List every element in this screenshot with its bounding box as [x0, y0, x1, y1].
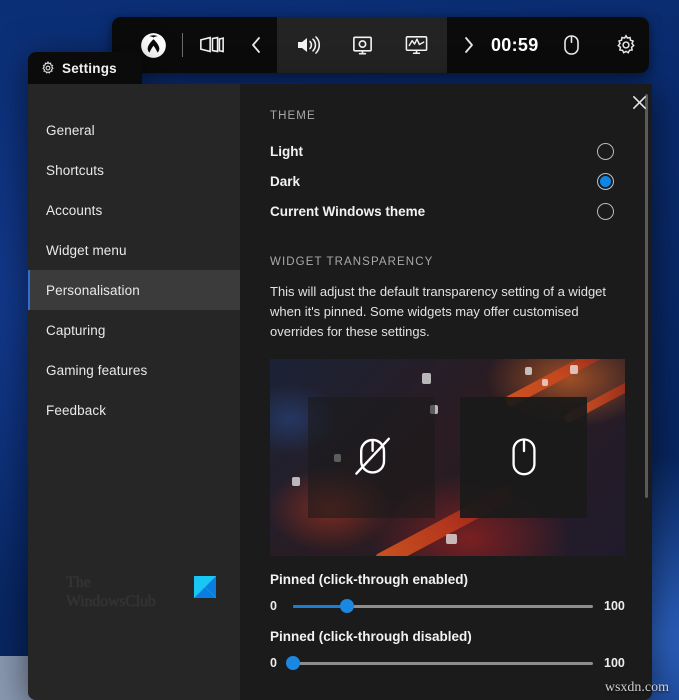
mouse-click-through-disabled-icon: [354, 437, 390, 475]
thewindowsclub-logo-icon: [194, 576, 216, 599]
sidebar-item-general[interactable]: General: [28, 110, 240, 150]
slider-min-label: 0: [270, 599, 277, 614]
sidebar-item-label: Capturing: [46, 322, 106, 338]
settings-window: Settings General Shortcuts Accounts Widg…: [28, 52, 652, 700]
close-icon[interactable]: [624, 87, 654, 117]
sidebar-item-label: Gaming features: [46, 362, 148, 378]
slider-max-label: 100: [604, 599, 625, 614]
watermark-line-1: The: [66, 574, 91, 592]
slider-label: Pinned (click-through disabled): [270, 629, 472, 645]
slider-click-through-enabled[interactable]: 0 100: [270, 599, 630, 614]
transparency-section-heading: WIDGET TRANSPARENCY: [270, 256, 434, 268]
theme-section-heading: THEME: [270, 110, 316, 122]
sidebar-item-label: Shortcuts: [46, 162, 104, 178]
preview-panel-click-through-enabled: [308, 397, 435, 519]
sidebar-item-accounts[interactable]: Accounts: [28, 190, 240, 230]
settings-body: General Shortcuts Accounts Widget menu P…: [28, 84, 652, 700]
gear-icon: [41, 61, 55, 75]
sidebar-item-label: Widget menu: [46, 242, 127, 258]
sidebar-item-label: General: [46, 122, 95, 138]
radio-button-dark[interactable]: [597, 172, 614, 190]
transparency-description: This will adjust the default transparenc…: [270, 284, 607, 339]
thewindowsclub-watermark: The WindowsClub: [66, 574, 216, 612]
slider-fill: [293, 604, 347, 608]
content-scrollbar[interactable]: [645, 94, 648, 674]
sidebar-item-personalisation[interactable]: Personalisation: [28, 270, 240, 310]
slider-min-label: 0: [270, 656, 277, 671]
theme-option-current-windows-theme[interactable]: Current Windows theme: [270, 196, 630, 226]
theme-option-label: Light: [270, 143, 303, 159]
radio-button-light[interactable]: [597, 142, 614, 160]
theme-option-label: Dark: [270, 173, 301, 189]
radio-button-current-windows-theme[interactable]: [597, 202, 614, 220]
sidebar-item-widget-menu[interactable]: Widget menu: [28, 230, 240, 270]
page-title: Settings: [62, 60, 117, 76]
sidebar: General Shortcuts Accounts Widget menu P…: [28, 84, 240, 700]
slider-block-click-through-enabled: Pinned (click-through enabled) 0 100: [270, 572, 630, 614]
watermark-line-2: WindowsClub: [66, 593, 156, 611]
theme-option-light[interactable]: Light: [270, 136, 630, 166]
settings-titlebar: Settings: [28, 52, 142, 84]
transparency-preview-image: [270, 359, 625, 557]
mouse-icon: [511, 438, 536, 476]
sidebar-item-gaming-features[interactable]: Gaming features: [28, 350, 240, 390]
sidebar-item-label: Feedback: [46, 402, 107, 418]
scrollbar-thumb[interactable]: [645, 94, 648, 498]
sidebar-item-label: Personalisation: [46, 282, 140, 298]
slider-track[interactable]: [286, 656, 593, 671]
source-watermark: wsxdn.com: [604, 680, 669, 695]
preview-panel-click-through-disabled: [460, 397, 587, 519]
slider-label: Pinned (click-through enabled): [270, 572, 469, 588]
sidebar-item-label: Accounts: [46, 202, 103, 218]
theme-option-label: Current Windows theme: [270, 203, 426, 219]
slider-max-label: 100: [604, 656, 625, 671]
slider-track[interactable]: [293, 599, 593, 614]
sidebar-item-feedback[interactable]: Feedback: [28, 390, 240, 430]
theme-option-dark[interactable]: Dark: [270, 166, 630, 196]
slider-click-through-disabled[interactable]: 0 100: [270, 656, 630, 671]
sidebar-item-shortcuts[interactable]: Shortcuts: [28, 150, 240, 190]
slider-thumb[interactable]: [340, 599, 354, 614]
sidebar-item-capturing[interactable]: Capturing: [28, 310, 240, 350]
slider-thumb[interactable]: [286, 656, 300, 671]
content-pane: THEME Light Dark Current Windows theme W…: [240, 84, 652, 700]
slider-block-click-through-disabled: Pinned (click-through disabled) 0 100: [270, 629, 630, 671]
